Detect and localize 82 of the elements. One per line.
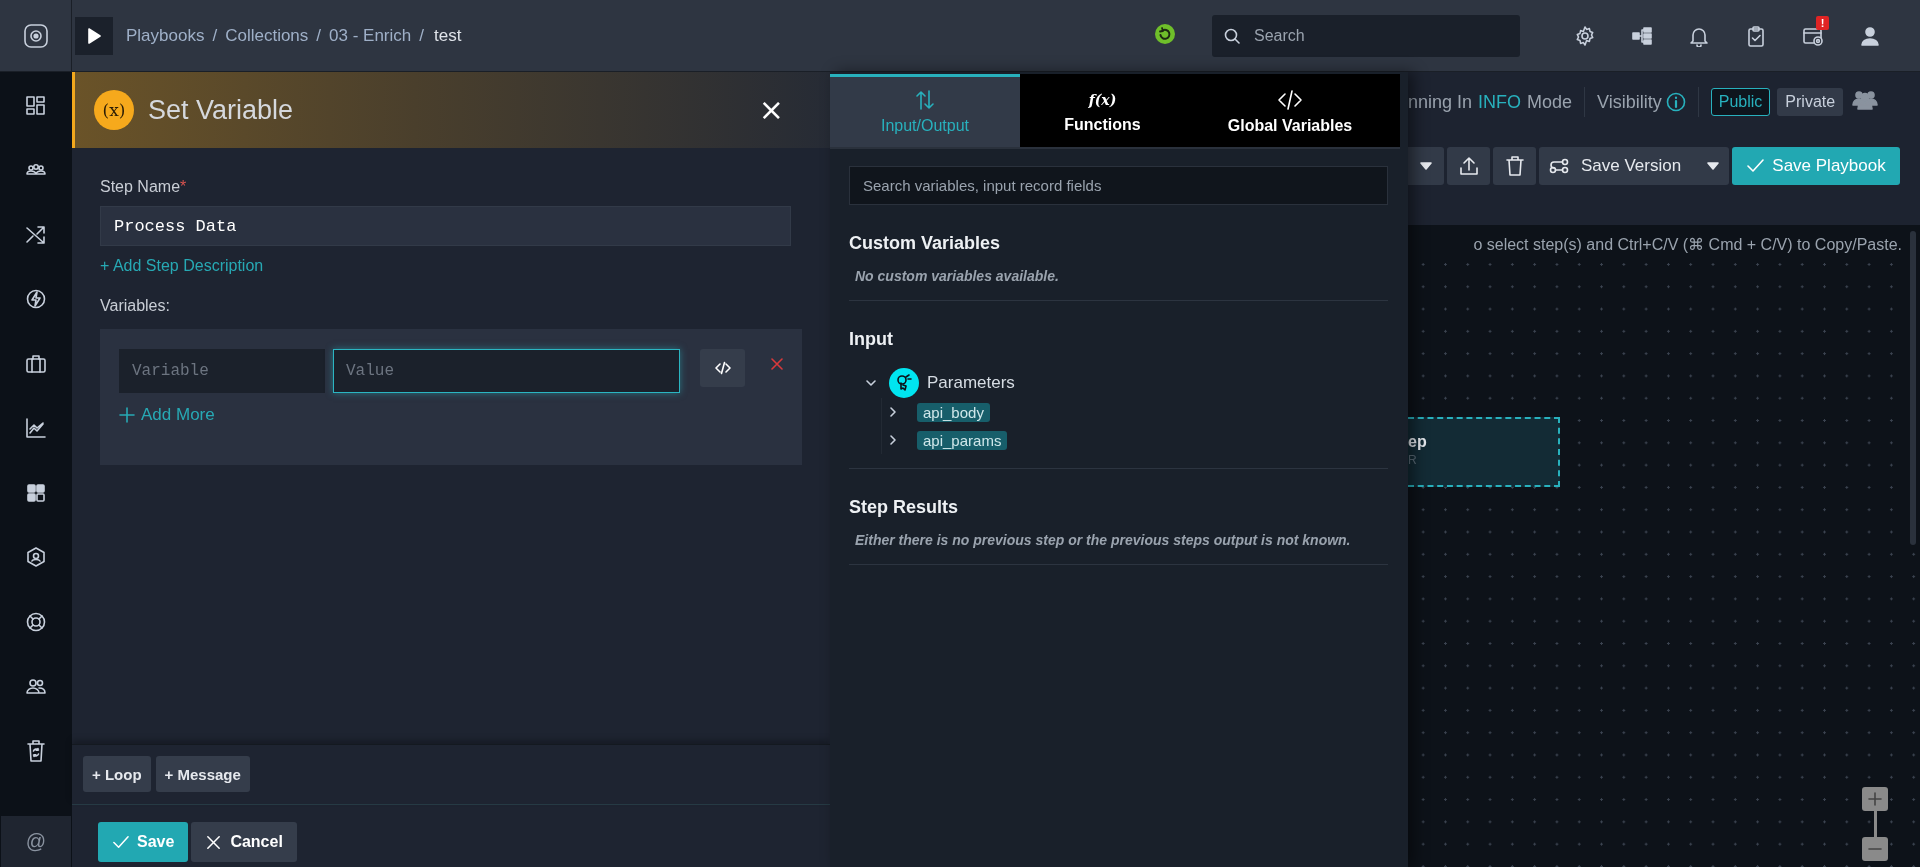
section-title: Input [849,329,894,350]
visibility-option[interactable]: Public [1710,88,1771,116]
dashboard-icon[interactable] [25,95,47,117]
lifebuoy-icon[interactable] [25,610,47,633]
close-button[interactable]: × [758,95,784,125]
hierarchy-icon[interactable] [1630,24,1653,47]
touch-icon [895,374,913,392]
caret-icon [1420,162,1432,170]
refresh-icon[interactable] [1154,22,1176,45]
add-option-button[interactable]: + Loop [83,756,151,792]
panel-title: Set Variable [148,94,295,126]
dropdown-button[interactable] [1408,147,1444,185]
upload-icon [1458,156,1479,176]
info-icon[interactable] [1665,92,1686,112]
lightning-icon[interactable] [25,288,47,311]
plus-icon [119,407,135,423]
code-icon [714,361,731,375]
export-button[interactable] [1447,147,1490,185]
step-name-field[interactable]: Process Data [100,206,791,246]
apps-icon[interactable] [25,481,47,504]
section-title: Step Results [849,497,960,518]
empty-note: No custom variables available. [855,268,1060,284]
notification-badge: ! [1816,15,1829,30]
breadcrumb-link[interactable]: 03 - Enrich [329,25,412,46]
breadcrumb-separator: / [316,25,322,46]
search-field[interactable]: Search [1212,14,1520,57]
tab[interactable]: Input/Output [830,74,1020,147]
function-icon: f(x) [1088,90,1117,110]
field-tag[interactable]: api_body [917,402,990,422]
play-button[interactable] [75,16,113,55]
search-icon [1224,27,1240,44]
cancel-button[interactable]: Cancel [191,822,297,862]
close-icon[interactable] [771,358,783,370]
route-icon [1549,158,1569,174]
breadcrumb-separator: / [212,25,218,46]
empty-note: Either there is no previous step or the previous steps output is not known. [855,532,1352,548]
breadcrumb-separator: / [419,25,424,46]
group-icon[interactable] [1852,89,1879,111]
shield-icon[interactable] [25,546,47,569]
check-icon [112,833,129,851]
chevron-right-icon[interactable] [887,434,899,446]
code-button[interactable] [700,349,745,387]
swap-arrows-icon [914,89,936,111]
mode-level: INFO [1478,91,1522,113]
briefcase-icon[interactable] [25,352,47,375]
trash-icon [1505,156,1524,176]
plus-icon [1868,792,1882,806]
add-description-link[interactable]: + Add Step Description [100,257,264,275]
chevron-right-icon[interactable] [887,406,899,418]
mode-text: Mode [1527,91,1573,113]
save-version-button[interactable]: Save Version [1539,147,1729,185]
search-field[interactable]: Search variables, input record fields [849,166,1388,205]
close-icon [205,833,223,851]
play-icon [87,27,101,44]
check-icon [1746,158,1765,174]
breadcrumb-link[interactable]: test [434,25,462,46]
visibility-label: Visibility [1597,91,1662,113]
field-tag[interactable]: api_params [917,430,1008,450]
variable-value-field[interactable]: Value [333,349,681,393]
caret-icon [1707,162,1719,170]
delete-button[interactable] [1493,147,1536,185]
variable-name-field[interactable]: Variable [119,349,325,393]
breadcrumb-link[interactable]: Collections [225,25,309,46]
node-title: ep [1408,433,1428,451]
breadcrumb-link[interactable]: Playbooks [126,25,205,46]
logo-icon[interactable] [22,22,49,49]
visibility-option[interactable]: Private [1777,88,1844,116]
shuffle-icon[interactable] [25,223,47,246]
field-label: Step Name* [100,178,188,196]
code-icon [1277,89,1303,111]
tree-item[interactable]: Parameters [927,373,1015,393]
chevron-down-icon[interactable] [865,377,877,389]
variable-icon: (x) [94,90,134,130]
chart-icon[interactable] [25,417,47,440]
section-title: Custom Variables [849,233,1002,254]
user-icon[interactable] [1858,24,1881,47]
section-label: Variables: [100,297,171,315]
recycle-bin-icon[interactable] [25,739,47,764]
add-option-button[interactable]: + Message [155,756,250,792]
mode-text: nning In [1408,91,1473,113]
add-more-button[interactable]: Add More [119,405,215,425]
mention-button[interactable]: @ [1,815,71,867]
